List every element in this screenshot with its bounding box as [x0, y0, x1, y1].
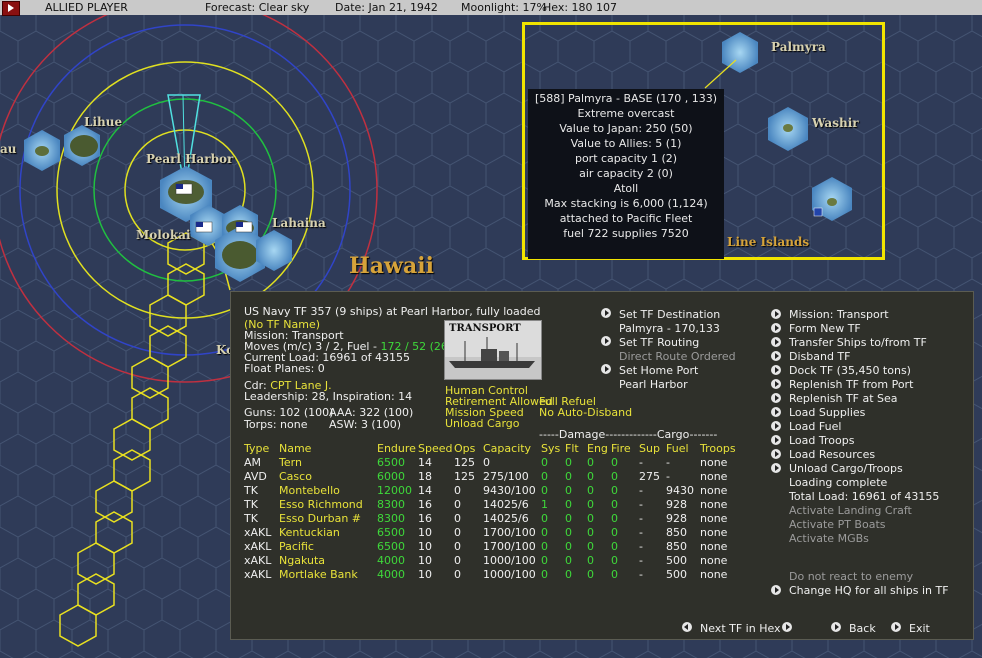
prev-tf-icon[interactable] — [682, 622, 692, 632]
no-react-label: Do not react to enemy — [789, 570, 914, 583]
set-home-port-button[interactable]: Set Home Port — [619, 364, 698, 377]
tooltip-line: Atoll — [613, 182, 639, 195]
action-load-resources[interactable]: Load Resources — [789, 448, 875, 461]
table-row[interactable]: xAKL Kentuckian 6500 10 0 1700/100 0 0 0 0-850 non… — [244, 525, 744, 539]
tf-torps: Torps: none — [244, 418, 308, 431]
destination-value: Palmyra - 170,133 — [619, 322, 720, 335]
action-load-troops[interactable]: Load Troops — [789, 434, 854, 447]
table-row[interactable]: TK Esso Durban #8300 16 0 14025/6 0 0 0 0-928 non… — [244, 511, 744, 525]
status-bar: ALLIED PLAYER Forecast: Clear sky Date: … — [0, 0, 982, 16]
exit-button[interactable]: Exit — [909, 622, 930, 635]
map-label-washir: Washir — [812, 116, 859, 130]
table-row[interactable]: TK Esso Richmond 8300 16 0 14025/6 1 0 0 0-928 non… — [244, 497, 744, 511]
tooltip-line: Value to Allies: 5 (1) — [570, 137, 682, 150]
ship-class-label: TRANSPORT — [449, 323, 521, 334]
tooltip-line: attached to Pacific Fleet — [559, 212, 693, 225]
table-row[interactable]: xAKL Pacific 6500 10 0 1700/100 0 0 0 0-850 none — [244, 539, 744, 553]
tooltip-line: Max stacking is 6,000 (1,124) — [544, 197, 708, 210]
date-label: Date: Jan 21, 1942 — [335, 1, 438, 14]
action-icon[interactable] — [771, 323, 781, 333]
action-icon[interactable] — [771, 351, 781, 361]
action-icon[interactable] — [771, 309, 781, 319]
activate-mgbs: Activate MGBs — [789, 532, 869, 545]
tf-header: US Navy TF 357 (9 ships) at Pearl Harbor… — [244, 305, 541, 318]
map-label-lihue: Lihue — [84, 115, 123, 129]
map-label-palmyra: Palmyra — [771, 40, 826, 54]
base-tooltip: [588] Palmyra - BASE (170 , 133) Extreme… — [528, 89, 724, 259]
action-icon[interactable] — [771, 421, 781, 431]
action-unload-cargo[interactable]: Unload Cargo/Troops — [789, 462, 903, 475]
table-row[interactable]: TK Montebello 12000 14 0 9430/100 0 0 0 0-9430 non… — [244, 483, 744, 497]
action-load-fuel[interactable]: Load Fuel — [789, 420, 841, 433]
action-icon[interactable] — [771, 435, 781, 445]
menu-arrow-icon[interactable] — [2, 1, 20, 16]
change-hq-icon[interactable] — [771, 585, 781, 595]
exit-icon[interactable] — [891, 622, 901, 632]
tooltip-line: fuel 722 supplies 7520 — [563, 227, 689, 240]
action-icon[interactable] — [771, 407, 781, 417]
task-force-panel: US Navy TF 357 (9 ships) at Pearl Harbor… — [230, 291, 974, 640]
back-button[interactable]: Back — [849, 622, 876, 635]
tooltip-line: [588] Palmyra - BASE (170 , 133) — [534, 92, 718, 105]
action-transfer-ships[interactable]: Transfer Ships to/from TF — [789, 336, 927, 349]
set-routing-button-icon[interactable] — [601, 336, 611, 346]
action-icon[interactable] — [771, 449, 781, 459]
tf-leadership: Leadership: 28, Inspiration: 14 — [244, 390, 413, 403]
tooltip-line: air capacity 2 (0) — [579, 167, 673, 180]
action-icon[interactable] — [771, 393, 781, 403]
tooltip-line: port capacity 1 (2) — [574, 152, 678, 165]
set-routing-button[interactable]: Set TF Routing — [619, 336, 699, 349]
set-destination-button[interactable]: Set TF Destination — [619, 308, 720, 321]
tooltip-line: Extreme overcast — [577, 107, 675, 120]
table-row[interactable]: xAKL Mortlake Bank 4000 10 0 1000/100 0 0 0 0-500… — [244, 567, 744, 581]
change-hq-button[interactable]: Change HQ for all ships in TF — [789, 584, 949, 597]
action-icon[interactable] — [771, 337, 781, 347]
ship-class-image: TRANSPORT — [444, 320, 542, 380]
activate-pt-boats: Activate PT Boats — [789, 518, 886, 531]
forecast-label: Forecast: Clear sky — [205, 1, 310, 14]
map-label-hawaii: Hawaii — [349, 253, 434, 279]
loading-complete: Loading complete — [789, 476, 888, 489]
home-port-value: Pearl Harbor — [619, 378, 688, 391]
action-load-supplies[interactable]: Load Supplies — [789, 406, 865, 419]
ship-table: Type Name Endure Speed Ops Capacity Sys … — [244, 441, 744, 581]
action-replenish-port[interactable]: Replenish TF from Port — [789, 378, 913, 391]
action-icon[interactable] — [771, 365, 781, 375]
set-destination-button-icon[interactable] — [601, 308, 611, 318]
table-row[interactable]: xAKL Ngakuta 4000 10 0 1000/100 0 0 0 0-500 none — [244, 553, 744, 567]
damage-cargo-header: -----Damage-------------Cargo------- — [539, 428, 718, 441]
moonlight-label: Moonlight: 17% — [461, 1, 547, 14]
option-no-auto-disband[interactable]: No Auto-Disband — [539, 406, 632, 419]
map-label-lahaina: Lahaina — [272, 216, 326, 230]
map-label-pearl-harbor: Pearl Harbor — [146, 152, 234, 166]
tooltip-line: Value to Japan: 250 (50) — [559, 122, 693, 135]
option-unload-cargo[interactable]: Unload Cargo — [445, 417, 520, 430]
action-icon[interactable] — [771, 379, 781, 389]
action-icon[interactable] — [771, 463, 781, 473]
activate-landing-craft: Activate Landing Craft — [789, 504, 912, 517]
hex-label: Hex: 180 107 — [543, 1, 618, 14]
set-home-port-button-icon[interactable] — [601, 364, 611, 374]
action-dock-tf[interactable]: Dock TF (35,450 tons) — [789, 364, 911, 377]
table-row[interactable]: AVD Casco 6000 18 125 275/100 0 0 0 0 275- none — [244, 469, 744, 483]
action-disband-tf[interactable]: Disband TF — [789, 350, 850, 363]
tf-asw: ASW: 3 (100) — [329, 418, 402, 431]
total-load: Total Load: 16961 of 43155 — [789, 490, 940, 503]
map-label-molokai: Molokai — [136, 228, 191, 242]
player-label: ALLIED PLAYER — [45, 1, 128, 14]
tf-float-planes: Float Planes: 0 — [244, 362, 325, 375]
table-row[interactable]: AM Tern 6500 14 125 0 0 0 0 0- - none — [244, 455, 744, 469]
action-mission[interactable]: Mission: Transport — [789, 308, 889, 321]
map-label-au: au — [0, 142, 17, 156]
back-icon[interactable] — [831, 622, 841, 632]
next-tf-button[interactable]: Next TF in Hex — [700, 622, 781, 635]
next-tf-icon[interactable] — [782, 622, 792, 632]
action-form-new-tf[interactable]: Form New TF — [789, 322, 861, 335]
action-replenish-sea[interactable]: Replenish TF at Sea — [789, 392, 898, 405]
map-label-line-islands: Line Islands — [727, 235, 810, 249]
ship-table-header: Type Name Endure Speed Ops Capacity Sys … — [244, 441, 736, 455]
routing-value: Direct Route Ordered — [619, 350, 736, 363]
